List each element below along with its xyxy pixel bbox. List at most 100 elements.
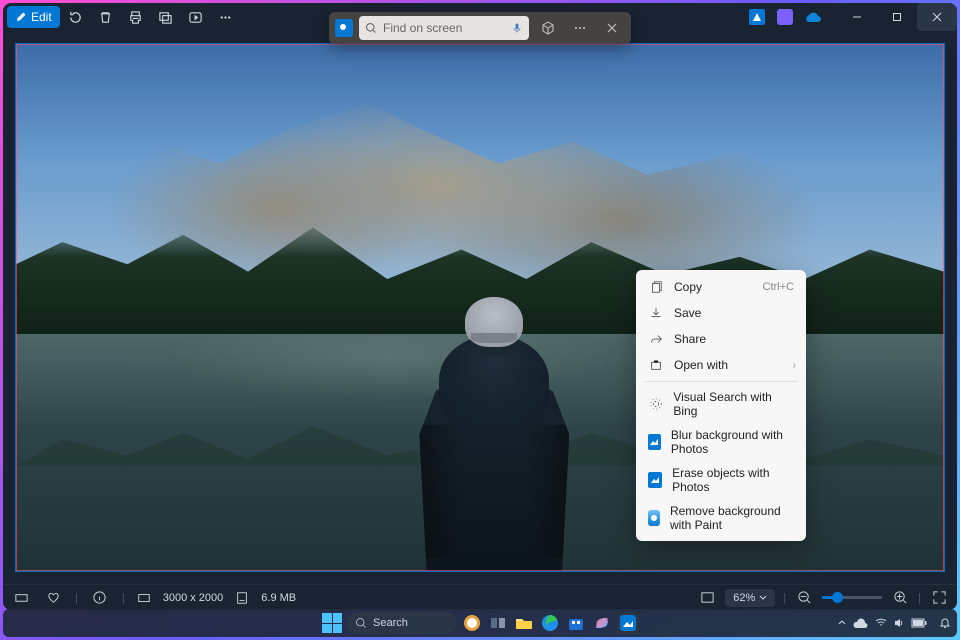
bing-lens-icon [648, 396, 663, 412]
edit-button-label: Edit [31, 10, 52, 24]
maximize-button[interactable] [877, 3, 917, 31]
taskbar-app-photos[interactable] [617, 612, 639, 634]
zoom-in-icon [893, 590, 908, 605]
store-icon [567, 614, 585, 632]
context-menu-share[interactable]: Share [636, 326, 806, 352]
context-menu-copy[interactable]: Copy Ctrl+C [636, 274, 806, 300]
photos-app-window: Edit [3, 3, 957, 610]
separator: | [783, 592, 786, 604]
photos-icon [648, 472, 662, 488]
zoom-out-button[interactable] [794, 588, 814, 608]
edge-icon [541, 614, 559, 632]
wifi-icon [875, 617, 887, 629]
cube-icon [540, 20, 556, 36]
dimensions-icon [137, 591, 151, 605]
edit-button[interactable]: Edit [7, 6, 60, 28]
mic-icon[interactable] [511, 22, 523, 34]
separator: | [918, 592, 921, 604]
status-bar-right: 62% | | [697, 588, 949, 608]
taskbar-search-label: Search [373, 617, 408, 629]
onedrive-shortcut[interactable] [801, 5, 825, 29]
taskbar-app-copilot2[interactable] [591, 612, 613, 634]
onedrive-icon [853, 617, 869, 629]
favorite-button[interactable] [43, 588, 63, 608]
separator: | [122, 592, 125, 604]
image-dimensions: 3000 x 2000 [163, 592, 224, 604]
designer-icon [749, 9, 765, 25]
fullscreen-icon [932, 590, 947, 605]
zoom-slider[interactable] [822, 596, 882, 599]
more-icon [572, 20, 588, 36]
context-menu-erase-objects[interactable]: Erase objects with Photos [636, 461, 806, 499]
filmstrip-toggle[interactable] [11, 588, 31, 608]
filmstrip-icon [14, 590, 29, 605]
system-tray[interactable] [837, 617, 951, 629]
zoom-level-dropdown[interactable]: 62% [725, 589, 775, 607]
gallery-button[interactable] [152, 3, 180, 31]
fullscreen-button[interactable] [929, 588, 949, 608]
visual-search-button[interactable] [535, 16, 561, 40]
filesize-icon [235, 591, 249, 605]
close-button[interactable] [917, 3, 957, 31]
find-on-screen-input[interactable]: Find on screen [359, 16, 529, 40]
zoom-level-value: 62% [733, 592, 755, 604]
taskbar-app-copilot[interactable] [461, 612, 483, 634]
taskbar: Search [3, 609, 957, 637]
heart-icon [46, 590, 61, 605]
taskbar-app-taskview[interactable] [487, 612, 509, 634]
info-icon [92, 590, 107, 605]
minimize-button[interactable] [837, 3, 877, 31]
context-menu-save[interactable]: Save [636, 300, 806, 326]
context-menu-item-label: Visual Search with Bing [673, 390, 794, 418]
clipchamp-shortcut[interactable] [773, 5, 797, 29]
clipchamp-icon [777, 9, 793, 25]
taskbar-app-edge[interactable] [539, 612, 561, 634]
start-button[interactable] [321, 612, 343, 634]
onedrive-icon [804, 11, 822, 23]
zoom-in-button[interactable] [890, 588, 910, 608]
more-button[interactable] [212, 3, 240, 31]
info-button[interactable] [90, 588, 110, 608]
taskbar-app-store[interactable] [565, 612, 587, 634]
context-menu-item-label: Save [674, 306, 701, 320]
context-menu: Copy Ctrl+C Save Share Open with › Visua… [636, 270, 806, 541]
zoom-out-icon [797, 590, 812, 605]
more-icon [218, 10, 233, 25]
open-with-icon [648, 357, 664, 373]
folder-icon [515, 615, 533, 631]
taskbar-app-explorer[interactable] [513, 612, 535, 634]
title-bar-left: Edit [7, 3, 240, 31]
image-filesize: 6.9 MB [261, 592, 296, 604]
volume-icon [893, 617, 905, 629]
context-menu-item-label: Blur background with Photos [671, 428, 794, 456]
gallery-icon [158, 10, 173, 25]
search-more-button[interactable] [567, 16, 593, 40]
photos-icon [648, 434, 661, 450]
battery-icon [911, 618, 927, 628]
print-button[interactable] [122, 3, 150, 31]
find-on-screen-placeholder: Find on screen [383, 21, 505, 35]
trash-icon [98, 10, 113, 25]
paint-icon [648, 510, 660, 526]
delete-button[interactable] [92, 3, 120, 31]
context-menu-blur-background[interactable]: Blur background with Photos [636, 423, 806, 461]
search-app-icon [335, 19, 353, 37]
designer-shortcut[interactable] [745, 5, 769, 29]
context-menu-open-with[interactable]: Open with › [636, 352, 806, 378]
context-menu-remove-background[interactable]: Remove background with Paint [636, 499, 806, 537]
find-on-screen-bar: Find on screen [329, 12, 631, 44]
maximize-icon [892, 12, 902, 22]
fit-screen-button[interactable] [697, 588, 717, 608]
taskview-icon [490, 615, 506, 631]
notifications-icon [939, 617, 951, 629]
taskbar-search[interactable]: Search [347, 612, 457, 634]
context-menu-visual-search[interactable]: Visual Search with Bing [636, 385, 806, 423]
context-menu-separator [644, 381, 798, 382]
rotate-button[interactable] [62, 3, 90, 31]
print-icon [128, 10, 143, 25]
minimize-icon [852, 12, 862, 22]
slideshow-button[interactable] [182, 3, 210, 31]
photos-icon [620, 615, 636, 631]
search-close-button[interactable] [599, 16, 625, 40]
context-menu-item-label: Erase objects with Photos [672, 466, 794, 494]
